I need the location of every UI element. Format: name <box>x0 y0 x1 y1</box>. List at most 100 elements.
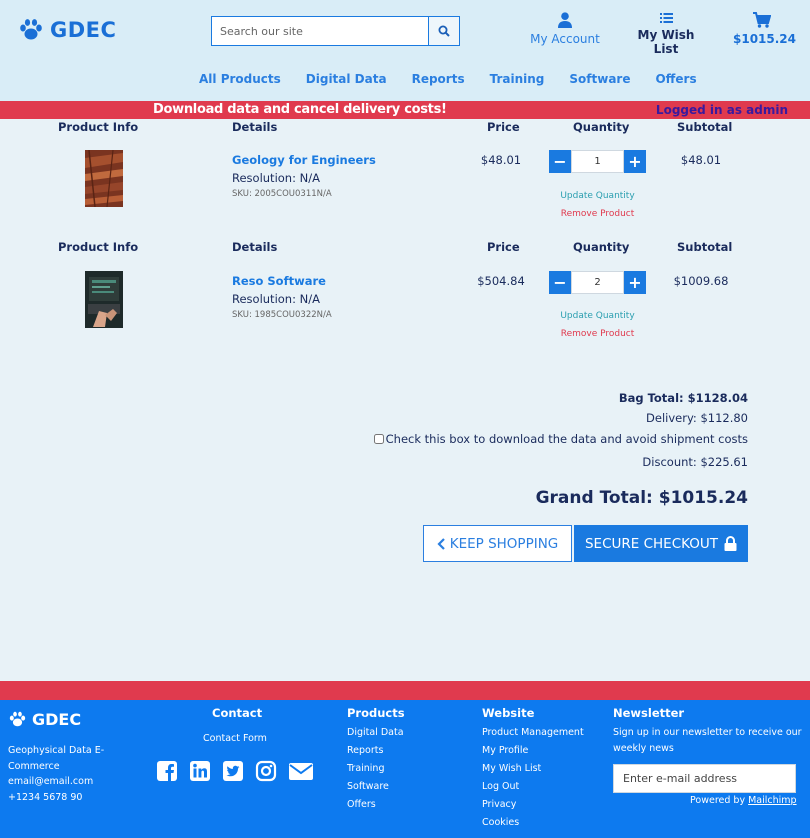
wishlist-label: My Wish List <box>637 28 695 56</box>
download-data-checkbox[interactable] <box>373 434 384 444</box>
logo-text: GDEC <box>50 18 117 42</box>
footer-link-privacy[interactable]: Privacy <box>482 799 516 810</box>
search-button[interactable] <box>428 17 459 45</box>
shopping-cart-icon <box>753 12 771 28</box>
envelope-icon[interactable] <box>288 760 314 782</box>
footer-link-my-wish-list[interactable]: My Wish List <box>482 763 541 774</box>
search-input[interactable] <box>212 17 428 45</box>
quantity-stepper: − + <box>549 271 646 294</box>
download-data-option[interactable]: Check this box to download the data and … <box>373 432 748 446</box>
decrease-quantity-button[interactable]: − <box>549 150 571 173</box>
product-name-link[interactable]: Geology for Engineers <box>232 153 376 167</box>
header-details: Details <box>232 240 278 254</box>
instagram-icon[interactable] <box>255 760 277 782</box>
products-heading: Products <box>347 706 405 720</box>
company-description: Geophysical Data E-Commerce <box>8 745 105 772</box>
search-bar <box>211 16 460 46</box>
site-logo[interactable]: GDEC <box>18 18 116 42</box>
powered-by: Powered by Mailchimp <box>690 795 797 806</box>
login-status[interactable]: Logged in as admin <box>656 101 788 119</box>
product-sku: SKU: 1985COU0322N/A <box>232 310 332 320</box>
product-price: $48.01 <box>480 153 522 167</box>
footer-link-cookies[interactable]: Cookies <box>482 817 519 828</box>
bag-total: Bag Total: $1128.04 <box>618 391 748 405</box>
nav-software[interactable]: Software <box>569 72 630 86</box>
product-subtotal: $1009.68 <box>673 274 729 288</box>
my-account-label: My Account <box>530 32 600 46</box>
keep-shopping-label: KEEP SHOPPING <box>449 535 559 552</box>
header-quantity: Quantity <box>573 240 630 254</box>
cart-total: $1015.24 <box>733 32 797 46</box>
footer-link-log-out[interactable]: Log Out <box>482 781 519 792</box>
product-price: $504.84 <box>477 274 525 288</box>
product-thumbnail[interactable] <box>85 271 123 328</box>
mailchimp-link[interactable]: Mailchimp <box>748 795 796 806</box>
header-price: Price <box>487 120 520 134</box>
facebook-icon[interactable] <box>156 760 178 782</box>
product-thumbnail[interactable] <box>85 150 123 207</box>
header-quantity: Quantity <box>573 120 630 134</box>
contact-heading: Contact <box>212 706 263 720</box>
list-icon <box>659 13 673 23</box>
paw-icon <box>9 711 26 727</box>
product-resolution: Resolution: N/A <box>232 292 320 306</box>
site-footer: GDEC Geophysical Data E-Commerce email@e… <box>0 700 810 838</box>
social-links <box>156 760 314 782</box>
nav-offers[interactable]: Offers <box>655 72 696 86</box>
company-phone: +1234 5678 90 <box>8 791 83 803</box>
banner-message: Download data and cancel delivery costs! <box>153 102 447 117</box>
header-subtotal: Subtotal <box>677 240 733 254</box>
nav-all-products[interactable]: All Products <box>199 72 281 86</box>
linkedin-icon[interactable] <box>189 760 211 782</box>
keep-shopping-button[interactable]: KEEP SHOPPING <box>423 525 572 562</box>
header-subtotal: Subtotal <box>677 120 733 134</box>
twitter-icon[interactable] <box>222 760 244 782</box>
paw-icon <box>20 19 42 40</box>
site-header: GDEC My Account My Wish List <box>0 0 810 101</box>
quantity-input[interactable] <box>571 150 624 173</box>
header-price: Price <box>487 240 520 254</box>
footer-stripe <box>0 681 810 700</box>
main-nav: All Products Digital Data Reports Traini… <box>199 72 697 86</box>
increase-quantity-button[interactable]: + <box>624 271 646 294</box>
header-product-info: Product Info <box>58 240 139 254</box>
delivery-cost: Delivery: $112.80 <box>646 411 748 425</box>
update-quantity-link[interactable]: Update Quantity <box>549 311 646 321</box>
my-account-link[interactable]: My Account <box>529 12 601 46</box>
footer-logo[interactable]: GDEC <box>8 710 81 729</box>
footer-link-my-profile[interactable]: My Profile <box>482 745 528 756</box>
nav-reports[interactable]: Reports <box>412 72 465 86</box>
search-icon <box>438 25 450 37</box>
footer-link-reports[interactable]: Reports <box>347 745 383 756</box>
footer-link-software[interactable]: Software <box>347 781 389 792</box>
remove-product-link[interactable]: Remove Product <box>549 329 646 339</box>
promo-banner: Download data and cancel delivery costs!… <box>0 101 810 119</box>
user-icon <box>558 12 572 28</box>
wishlist-link[interactable]: My Wish List <box>627 12 705 56</box>
discount: Discount: $225.61 <box>642 455 748 469</box>
download-data-label: Check this box to download the data and … <box>385 432 748 446</box>
quantity-stepper: − + <box>549 150 646 173</box>
remove-product-link[interactable]: Remove Product <box>549 209 646 219</box>
cart-link[interactable]: $1015.24 <box>733 12 796 46</box>
chevron-left-icon <box>437 537 445 550</box>
product-name-link[interactable]: Reso Software <box>232 274 326 288</box>
footer-link-product-management[interactable]: Product Management <box>482 727 584 738</box>
footer-link-training[interactable]: Training <box>347 763 385 774</box>
nav-digital-data[interactable]: Digital Data <box>306 72 387 86</box>
powered-by-label: Powered by <box>690 795 746 806</box>
company-email[interactable]: email@email.com <box>8 774 118 790</box>
update-quantity-link[interactable]: Update Quantity <box>549 191 646 201</box>
footer-link-digital-data[interactable]: Digital Data <box>347 727 404 738</box>
increase-quantity-button[interactable]: + <box>624 150 646 173</box>
contact-form-link[interactable]: Contact Form <box>203 733 267 744</box>
product-sku: SKU: 2005COU0311N/A <box>232 189 332 199</box>
footer-company-info: Geophysical Data E-Commerce email@email.… <box>8 743 118 805</box>
footer-link-offers[interactable]: Offers <box>347 799 376 810</box>
nav-training[interactable]: Training <box>490 72 545 86</box>
secure-checkout-button[interactable]: SECURE CHECKOUT <box>574 525 748 562</box>
newsletter-description: Sign up in our newsletter to receive our… <box>613 727 802 754</box>
newsletter-email-input[interactable] <box>613 764 796 793</box>
decrease-quantity-button[interactable]: − <box>549 271 571 294</box>
quantity-input[interactable] <box>571 271 624 294</box>
